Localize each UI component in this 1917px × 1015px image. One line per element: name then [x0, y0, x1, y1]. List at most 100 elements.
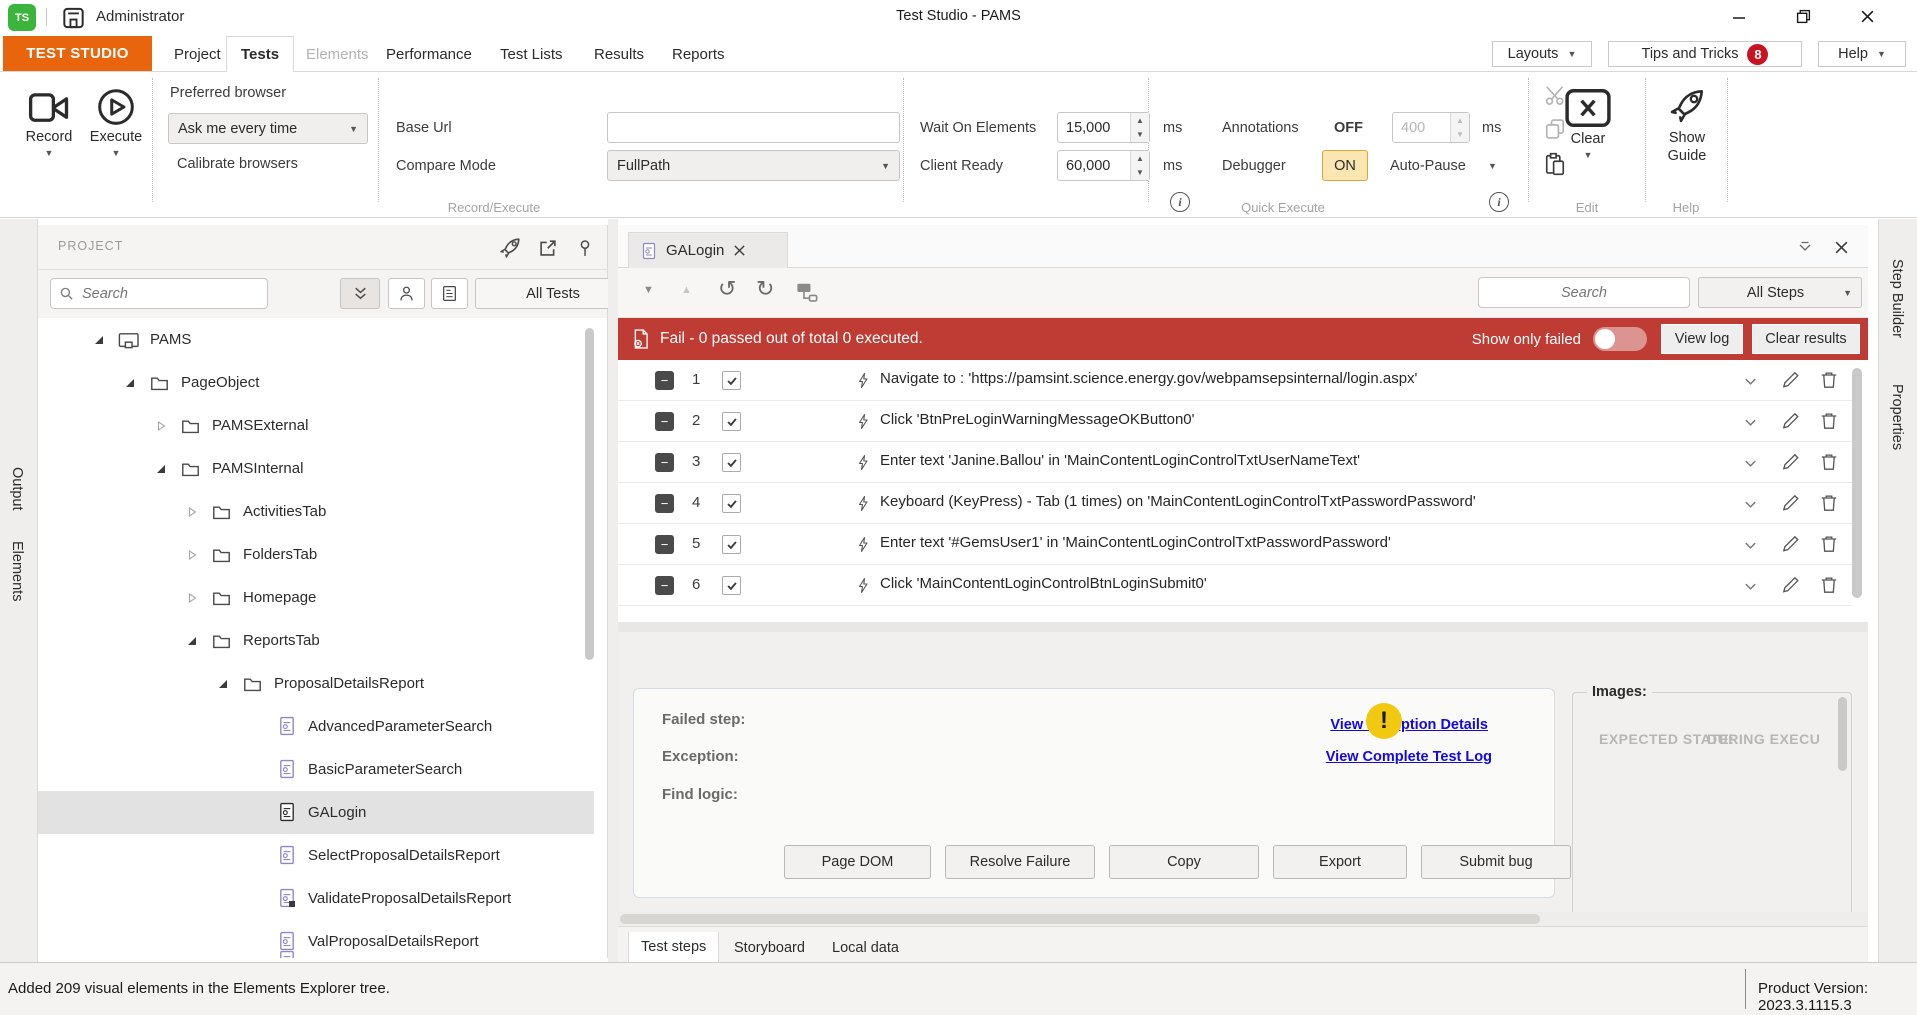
- chevron-down-icon[interactable]: [1743, 374, 1758, 389]
- spin-up-icon[interactable]: ▲: [1131, 113, 1149, 128]
- compare-mode-select[interactable]: FullPath ▼: [607, 150, 900, 181]
- edit-step-icon[interactable]: [1781, 370, 1801, 390]
- tree-item-basicparametersearch[interactable]: BasicParameterSearch: [38, 748, 594, 791]
- unpin-pane-icon[interactable]: [1798, 241, 1812, 255]
- tree-item-galogin-selected[interactable]: GALogin: [38, 791, 594, 834]
- submit-bug-button[interactable]: Submit bug: [1421, 845, 1571, 879]
- panel-splitter[interactable]: [608, 219, 618, 962]
- step-enabled-checkbox[interactable]: [722, 535, 741, 554]
- step-enabled-checkbox[interactable]: [722, 371, 741, 390]
- external-link-icon[interactable]: [538, 238, 558, 258]
- edit-step-icon[interactable]: [1781, 575, 1801, 595]
- step-enabled-checkbox[interactable]: [722, 494, 741, 513]
- add-comment-step-icon[interactable]: [796, 281, 818, 303]
- delete-step-icon[interactable]: [1819, 411, 1839, 431]
- user-view-button[interactable]: [388, 278, 425, 309]
- project-search-box[interactable]: [50, 278, 268, 309]
- expanded-arrow-icon[interactable]: [217, 678, 229, 690]
- close-pane-icon[interactable]: [1834, 240, 1849, 255]
- tree-item-pams[interactable]: PAMS: [38, 318, 594, 361]
- tree-item-selectproposaldetailsreport[interactable]: SelectProposalDetailsReport: [38, 834, 594, 877]
- test-step-row-2[interactable]: − 2 Click 'BtnPreLoginWarningMessageOKBu…: [618, 401, 1852, 442]
- edit-step-icon[interactable]: [1781, 452, 1801, 472]
- calibrate-browsers-link[interactable]: Calibrate browsers: [177, 156, 298, 172]
- expanded-arrow-icon[interactable]: [155, 463, 167, 475]
- tree-item-proposaldetailsreport[interactable]: ProposalDetailsReport: [38, 662, 594, 705]
- spin-down-icon[interactable]: ▼: [1131, 166, 1149, 181]
- restore-button[interactable]: [1780, 0, 1826, 33]
- collapse-all-button[interactable]: [340, 278, 380, 309]
- spin-down-icon[interactable]: ▼: [1131, 128, 1149, 143]
- tree-item-homepage[interactable]: Homepage: [38, 576, 594, 619]
- edit-step-icon[interactable]: [1781, 493, 1801, 513]
- wait-on-elements-stepper[interactable]: 15,000 ▲▼: [1057, 112, 1150, 143]
- images-scrollbar[interactable]: [1838, 697, 1847, 771]
- test-step-row-5[interactable]: − 5 Enter text '#GemsUser1' in 'MainCont…: [618, 524, 1852, 565]
- client-ready-stepper[interactable]: 60,000 ▲▼: [1057, 150, 1150, 181]
- collapse-step-handle[interactable]: −: [655, 494, 674, 513]
- view-complete-test-log-link[interactable]: View Complete Test Log: [1326, 749, 1492, 765]
- info-icon[interactable]: i: [1489, 192, 1509, 212]
- record-button[interactable]: Record ▼: [16, 90, 82, 158]
- spinner-buttons[interactable]: ▲▼: [1130, 151, 1149, 180]
- delete-step-icon[interactable]: [1819, 575, 1839, 595]
- app-menu-button[interactable]: TEST STUDIO: [3, 36, 152, 71]
- resolve-failure-button[interactable]: Resolve Failure: [945, 845, 1095, 879]
- test-step-row-3[interactable]: − 3 Enter text 'Janine.Ballou' in 'MainC…: [618, 442, 1852, 483]
- steps-scrollbar[interactable]: [1852, 368, 1862, 598]
- bottom-tab-storyboard[interactable]: Storyboard: [722, 932, 817, 963]
- pin-icon[interactable]: [576, 238, 594, 258]
- details-view-button[interactable]: [431, 278, 468, 309]
- test-step-row-4[interactable]: − 4 Keyboard (KeyPress) - Tab (1 times) …: [618, 483, 1852, 524]
- tree-item-reportstab[interactable]: ReportsTab: [38, 619, 594, 662]
- tree-scrollbar[interactable]: [585, 328, 594, 660]
- tree-item-pamsexternal[interactable]: PAMSExternal: [38, 404, 594, 447]
- step-enabled-checkbox[interactable]: [722, 576, 741, 595]
- clear-results-button[interactable]: Clear results: [1752, 324, 1860, 354]
- tree-item-folderstab[interactable]: FoldersTab: [38, 533, 594, 576]
- help-button[interactable]: Help▼: [1818, 41, 1906, 67]
- collapsed-arrow-icon[interactable]: [186, 592, 198, 604]
- close-tab-icon[interactable]: [733, 244, 746, 257]
- chevron-down-icon[interactable]: [1743, 415, 1758, 430]
- chevron-down-icon[interactable]: [1743, 538, 1758, 553]
- delete-step-icon[interactable]: [1819, 534, 1839, 554]
- steps-search-input[interactable]: [1487, 284, 1681, 302]
- view-exception-details-link[interactable]: View Exception Details: [1330, 717, 1488, 733]
- rocket-icon[interactable]: [498, 236, 522, 260]
- tips-and-tricks-button[interactable]: Tips and Tricks8: [1608, 41, 1802, 67]
- project-search-input[interactable]: [80, 285, 259, 303]
- execute-button[interactable]: Execute ▼: [86, 88, 146, 158]
- info-icon[interactable]: i: [1170, 192, 1190, 212]
- dock-tab-output[interactable]: Output: [9, 467, 25, 516]
- collapse-step-handle[interactable]: −: [655, 371, 674, 390]
- chevron-down-icon[interactable]: [1743, 497, 1758, 512]
- chevron-down-icon[interactable]: [1743, 579, 1758, 594]
- chevron-down-icon[interactable]: [1743, 456, 1758, 471]
- tree-item-valproposaldetailsreport[interactable]: ValProposalDetailsReport: [38, 920, 594, 958]
- step-enabled-checkbox[interactable]: [722, 412, 741, 431]
- annotations-state-toggle[interactable]: OFF: [1334, 120, 1363, 136]
- bottom-tab-local-data[interactable]: Local data: [820, 932, 911, 963]
- tab-tests[interactable]: Tests: [226, 36, 294, 72]
- step-enabled-checkbox[interactable]: [722, 453, 741, 472]
- test-step-row-6[interactable]: − 6 Click 'MainContentLoginControlBtnLog…: [618, 565, 1852, 606]
- dock-tab-properties[interactable]: Properties: [1889, 384, 1905, 455]
- collapse-step-handle[interactable]: −: [655, 453, 674, 472]
- copy-button[interactable]: Copy: [1109, 845, 1259, 879]
- bottom-tab-test-steps[interactable]: Test steps: [628, 932, 719, 963]
- horizontal-scrollbar-thumb[interactable]: [620, 914, 1540, 924]
- delete-step-icon[interactable]: [1819, 452, 1839, 472]
- horizontal-splitter[interactable]: [618, 622, 1868, 632]
- collapse-step-handle[interactable]: −: [655, 412, 674, 431]
- step-filter-select[interactable]: All Steps ▼: [1698, 277, 1862, 308]
- minimize-button[interactable]: [1716, 0, 1762, 33]
- export-button[interactable]: Export: [1273, 845, 1407, 879]
- test-step-row-1[interactable]: − 1 Navigate to : 'https://pamsint.scien…: [618, 360, 1852, 401]
- show-only-failed-toggle[interactable]: [1593, 327, 1647, 351]
- tree-item-advancedparametersearch[interactable]: AdvancedParameterSearch: [38, 705, 594, 748]
- tree-item-pageobject[interactable]: PageObject: [38, 361, 594, 404]
- collapse-step-handle[interactable]: −: [655, 576, 674, 595]
- page-dom-button[interactable]: Page DOM: [784, 845, 931, 879]
- tab-results[interactable]: Results: [580, 36, 658, 72]
